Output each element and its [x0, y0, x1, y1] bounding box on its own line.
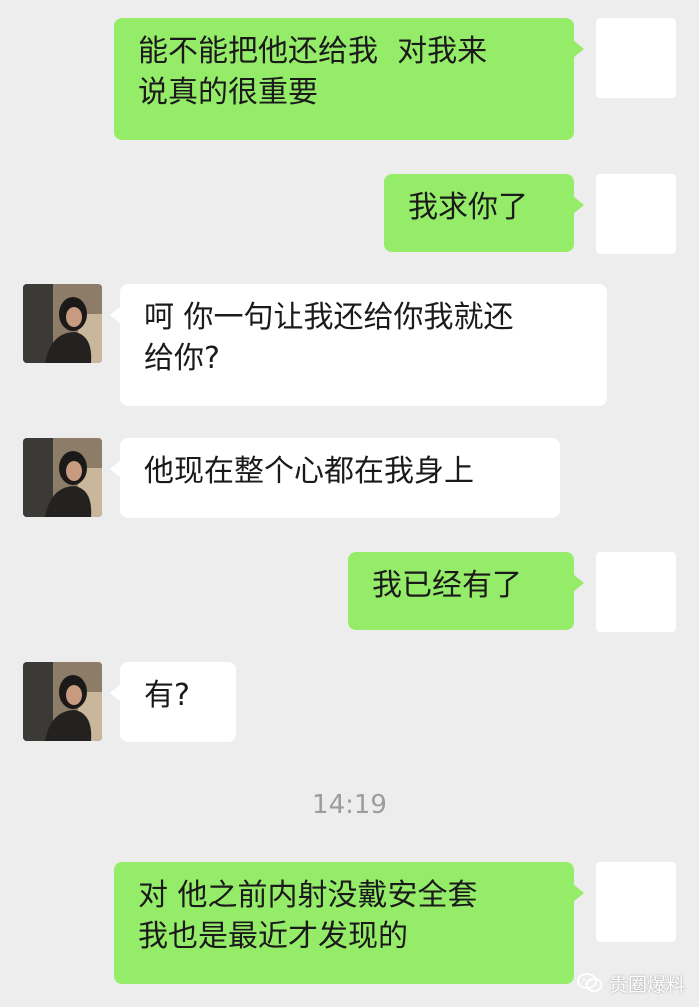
contact-avatar[interactable]: [23, 438, 102, 517]
my-avatar[interactable]: [596, 174, 676, 254]
my-avatar[interactable]: [596, 862, 676, 942]
message-timestamp: 14:19: [312, 790, 387, 820]
contact-avatar[interactable]: [23, 284, 102, 363]
my-avatar[interactable]: [596, 18, 676, 98]
received-message-bubble[interactable]: 他现在整个心都在我身上: [110, 438, 560, 518]
watermark: 贵圈爆料: [577, 968, 685, 998]
sent-message-bubble[interactable]: 我求你了: [384, 174, 584, 252]
chat-bubbles-icon: [577, 973, 603, 992]
contact-avatar[interactable]: [23, 662, 102, 741]
received-message-bubble[interactable]: 有?: [110, 662, 236, 742]
my-avatar[interactable]: [596, 552, 676, 632]
sent-message-bubble[interactable]: 我已经有了: [348, 552, 584, 630]
sent-message-bubble[interactable]: 能不能把他还给我 对我来 说真的很重要: [114, 18, 584, 140]
received-message-bubble[interactable]: 呵 你一句让我还给你我就还 给你?: [110, 284, 607, 406]
sent-message-bubble[interactable]: 对 他之前内射没戴安全套 我也是最近才发现的: [114, 862, 584, 984]
watermark-text: 贵圈爆料: [608, 973, 685, 996]
